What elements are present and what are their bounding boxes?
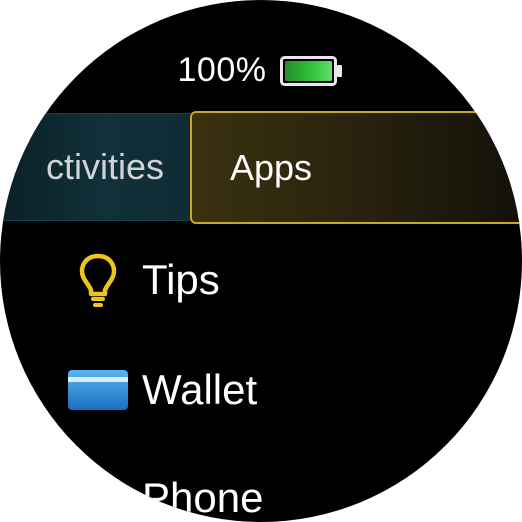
tab-activities[interactable]: ctivities: [0, 113, 190, 221]
tab-bar: ctivities Apps: [0, 111, 522, 224]
lightbulb-icon: [66, 248, 130, 312]
watch-screen: 100% ctivities Apps Tips Wallet Phone: [0, 0, 522, 522]
app-item-label: Wallet: [142, 366, 258, 413]
status-bar: 100%: [0, 50, 522, 90]
app-item-wallet[interactable]: Wallet: [66, 358, 257, 422]
app-item-phone[interactable]: Phone: [66, 466, 263, 522]
app-item-label: Tips: [142, 256, 220, 303]
wallet-card-icon: [66, 358, 130, 422]
phone-icon: [66, 466, 130, 522]
app-item-tips[interactable]: Tips: [66, 248, 220, 312]
tab-activities-label: ctivities: [45, 146, 164, 187]
battery-full-icon: [280, 56, 343, 86]
tab-apps-label: Apps: [230, 147, 313, 188]
app-item-label: Phone: [142, 474, 264, 521]
tab-apps[interactable]: Apps: [190, 111, 522, 224]
battery-percentage: 100%: [177, 51, 267, 89]
